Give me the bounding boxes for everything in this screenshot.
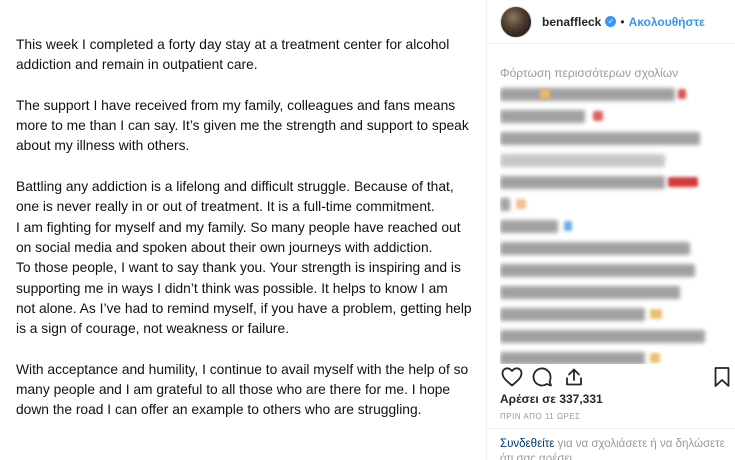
statement-line: supporting me in ways I didn’t think was… — [16, 280, 448, 296]
post-actions — [500, 365, 730, 389]
blurred-comment — [500, 84, 725, 106]
statement-paragraph: This week I completed a forty day stay a… — [16, 35, 476, 76]
blurred-comment — [500, 150, 725, 172]
statement-line: more to me than I can say. It’s given me… — [16, 118, 469, 134]
statement-line: This week I completed a forty day stay a… — [16, 37, 450, 52]
statement-line: is a sign of courage, not weakness or fa… — [16, 321, 290, 337]
statement-line: The support I have received from my fami… — [16, 97, 456, 113]
separator-dot: • — [620, 14, 625, 29]
post-image: This week I completed a forty day stay a… — [0, 0, 487, 460]
follow-button[interactable]: Ακολουθήστε — [629, 15, 705, 29]
comments-list — [500, 84, 725, 364]
blurred-comment — [500, 216, 725, 238]
post-sidebar: benaffleck ✓ • Ακολουθήστε Φόρτωση περισ… — [488, 0, 735, 460]
comment-login-area: Συνδεθείτε για να σχολιάσετε ή να δηλώσε… — [488, 428, 735, 460]
statement-line: I am fighting for myself and my family. … — [16, 219, 461, 235]
statement-line: With acceptance and humility, I continue… — [16, 361, 469, 377]
statement-line: many people and I am grateful to all tho… — [16, 382, 451, 398]
blurred-comment — [500, 172, 725, 194]
bookmark-icon[interactable] — [710, 365, 734, 389]
likes-count[interactable]: Αρέσει σε 337,331 — [500, 392, 603, 406]
blurred-comment — [500, 304, 725, 326]
login-link[interactable]: Συνδεθείτε — [500, 438, 554, 450]
statement-paragraph: With acceptance and humility, I continue… — [16, 360, 476, 421]
heart-icon[interactable] — [500, 365, 524, 389]
statement-line: Battling any addiction is a lifelong and… — [16, 179, 454, 195]
statement-text: This week I completed a forty day stay a… — [16, 35, 476, 441]
blurred-comment — [500, 238, 725, 260]
statement-line: on social media and spoken about their o… — [16, 239, 433, 255]
blurred-comment — [500, 106, 725, 128]
statement-line: one is never really in or out of treatme… — [16, 199, 435, 215]
avatar[interactable] — [500, 5, 532, 38]
statement-line: addiction and remain in outpatient care. — [16, 57, 258, 73]
blurred-comment — [500, 128, 725, 150]
statement-line: not alone. As I’ve had to remind myself,… — [16, 300, 472, 316]
blurred-comment — [500, 194, 725, 216]
comment-icon[interactable] — [530, 365, 554, 389]
verified-badge-icon: ✓ — [605, 16, 617, 27]
load-more-comments-link[interactable]: Φόρτωση περισσότερων σχολίων — [500, 66, 678, 80]
username-link[interactable]: benaffleck — [542, 15, 601, 29]
post-timestamp[interactable]: ΠΡΙΝ ΑΠΟ 11 ΩΡΕΣ — [500, 412, 581, 421]
blurred-comment — [500, 282, 725, 304]
statement-paragraph: Battling any addiction is a lifelong and… — [16, 177, 476, 339]
statement-line: To those people, I want to say thank you… — [16, 260, 461, 276]
statement-line: about my illness with others. — [16, 138, 190, 154]
blurred-comment — [500, 348, 725, 364]
login-prompt: Συνδεθείτε για να σχολιάσετε ή να δηλώσε… — [500, 437, 725, 460]
share-icon[interactable] — [562, 365, 586, 389]
post-header: benaffleck ✓ • Ακολουθήστε — [488, 0, 735, 44]
statement-line: down the road I can offer an example to … — [16, 402, 422, 418]
statement-paragraph: The support I have received from my fami… — [16, 96, 476, 157]
blurred-comment — [500, 260, 725, 282]
blurred-comment — [500, 326, 725, 348]
